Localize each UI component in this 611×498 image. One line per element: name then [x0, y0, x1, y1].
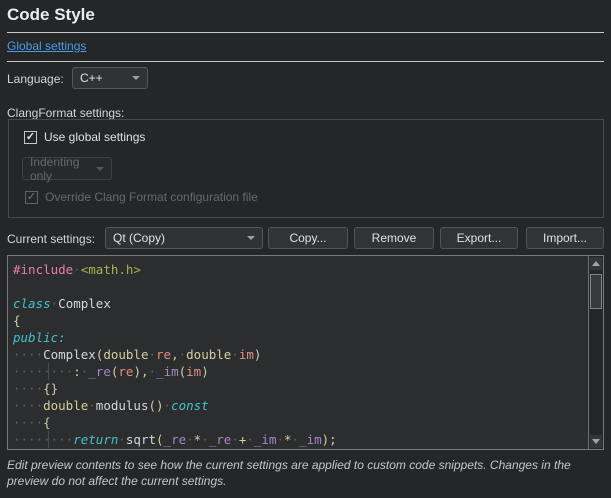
code-line: {	[13, 312, 588, 329]
scroll-up-button[interactable]	[590, 257, 602, 270]
use-global-settings-label: Use global settings	[44, 130, 145, 144]
language-label: Language:	[7, 72, 64, 86]
language-select[interactable]: C++	[72, 67, 148, 89]
chevron-down-icon	[132, 76, 140, 80]
current-settings-label: Current settings:	[7, 232, 95, 246]
current-settings-select[interactable]: Qt (Copy)	[105, 227, 263, 249]
remove-button[interactable]: Remove	[354, 227, 434, 249]
scroll-down-button[interactable]	[590, 435, 602, 448]
chevron-down-icon	[96, 167, 104, 171]
chevron-down-icon	[247, 236, 255, 240]
code-line: public:	[13, 329, 588, 346]
scrollbar-thumb[interactable]	[590, 274, 602, 309]
global-settings-link[interactable]: Global settings	[7, 39, 86, 53]
checkmark-icon: ✓	[27, 192, 36, 203]
copy-button[interactable]: Copy...	[268, 227, 348, 249]
code-line	[13, 278, 588, 295]
code-line: ····Complex(double·re,·double·im)	[13, 346, 588, 363]
page-title: Code Style	[7, 5, 95, 25]
language-select-value: C++	[80, 71, 103, 85]
code-line: ····{	[13, 414, 588, 431]
code-line: ····double·modulus()·const	[13, 397, 588, 414]
triangle-up-icon	[592, 261, 600, 266]
clangformat-settings-label: ClangFormat settings:	[7, 106, 124, 120]
footer-note: Edit preview contents to see how the cur…	[7, 457, 604, 489]
code-line: ········:·_re(re),·_im(im)	[13, 363, 588, 380]
indenting-mode-value: Indenting only	[30, 155, 90, 183]
export-button[interactable]: Export...	[440, 227, 518, 249]
indenting-mode-select: Indenting only	[22, 157, 112, 180]
checkmark-icon: ✓	[26, 132, 35, 143]
code-line: #include·<math.h>	[13, 261, 588, 278]
use-global-settings-checkbox[interactable]: ✓ Use global settings	[24, 130, 145, 144]
link-divider	[7, 61, 604, 62]
override-clangformat-checkbox: ✓ Override Clang Format configuration fi…	[25, 190, 258, 204]
triangle-down-icon	[592, 439, 600, 444]
current-settings-value: Qt (Copy)	[113, 231, 165, 245]
code-line: ····{}	[13, 380, 588, 397]
title-divider	[7, 32, 604, 33]
code-line: ········return·sqrt(_re·*·_re·+·_im·*·_i…	[13, 431, 588, 448]
import-button[interactable]: Import...	[526, 227, 604, 249]
code-area[interactable]: #include·<math.h> class·Complex{public:·…	[8, 256, 588, 449]
override-clangformat-label: Override Clang Format configuration file	[45, 190, 258, 204]
code-line: class·Complex	[13, 295, 588, 312]
checkbox-box: ✓	[25, 191, 38, 204]
vertical-scrollbar[interactable]	[588, 256, 603, 449]
code-preview-editor[interactable]: #include·<math.h> class·Complex{public:·…	[7, 255, 604, 450]
checkbox-box: ✓	[24, 131, 37, 144]
